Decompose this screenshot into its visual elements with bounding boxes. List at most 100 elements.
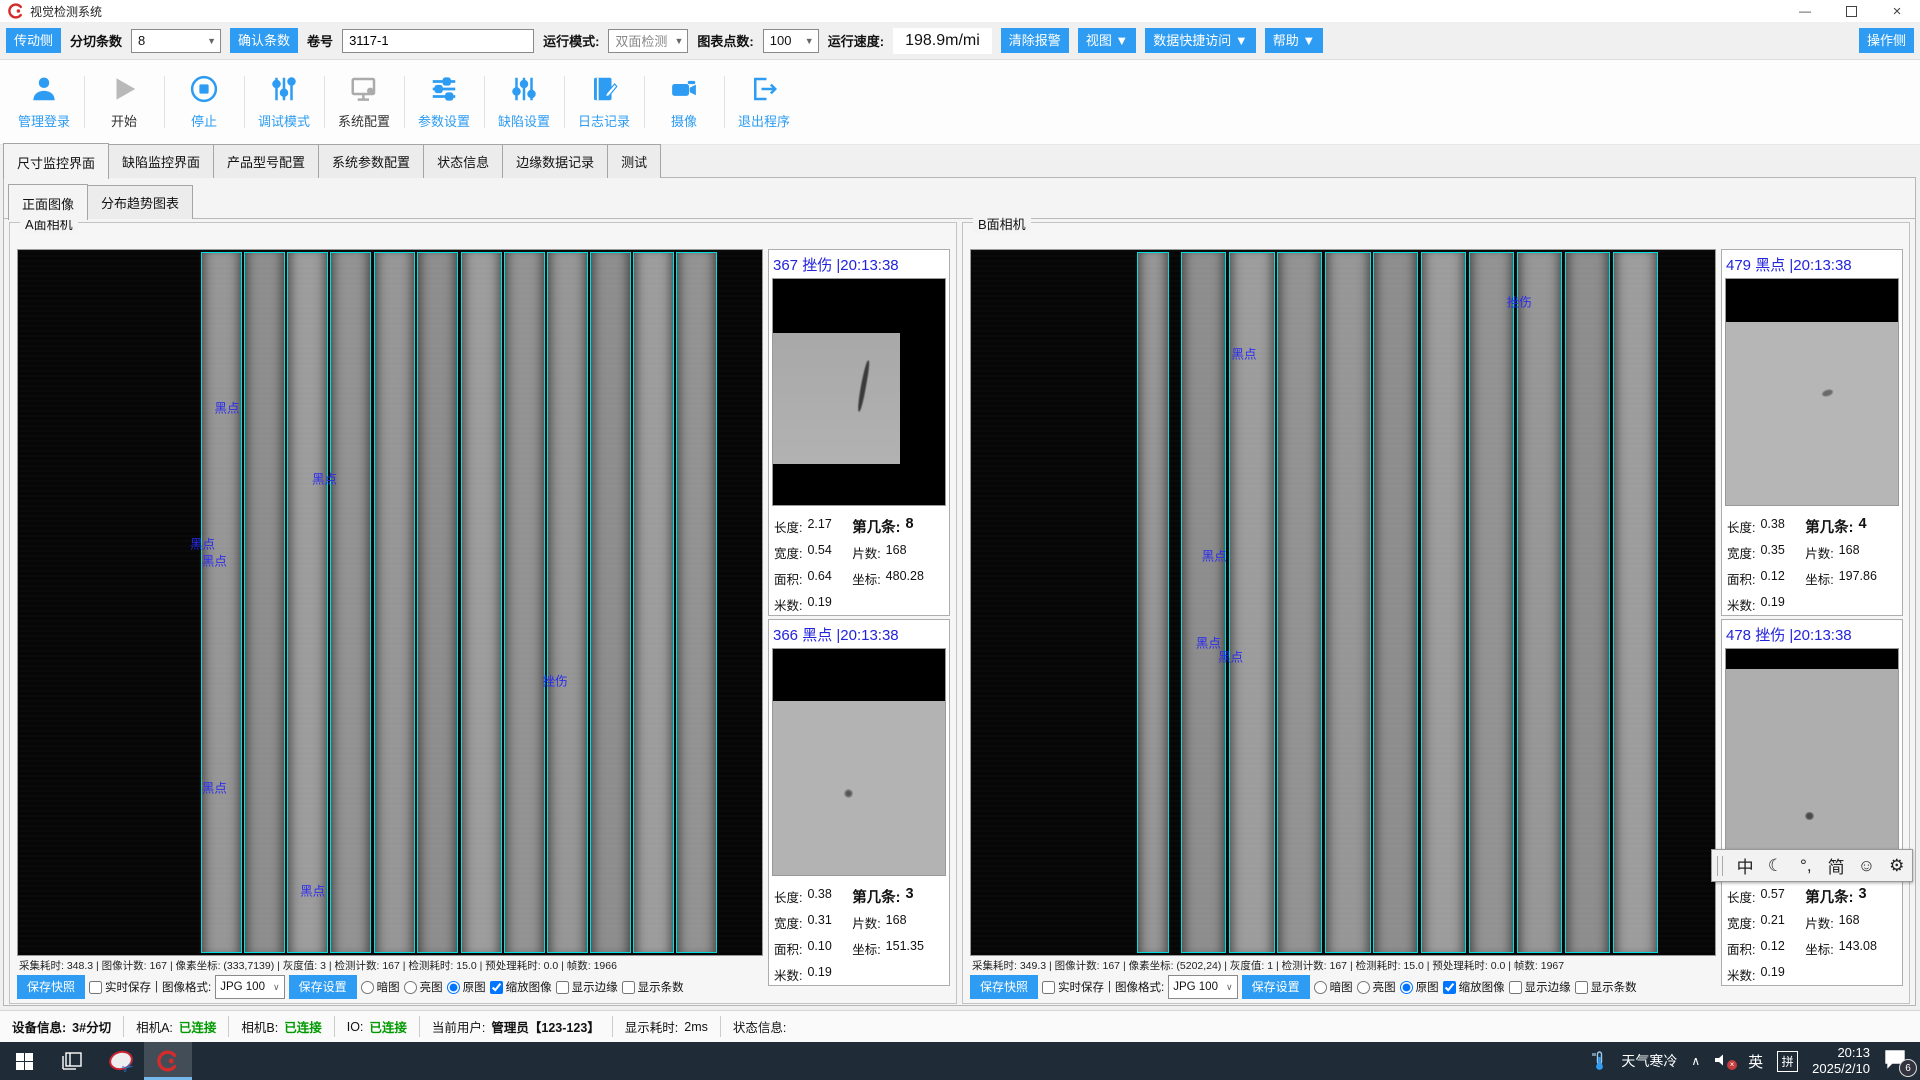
tab-size-monitor[interactable]: 尺寸监控界面 — [3, 143, 109, 179]
image-defect-label: 挫伤 — [543, 671, 568, 690]
defect-settings-button[interactable]: 缺陷设置 — [484, 60, 564, 144]
monitor-gear-icon — [349, 74, 379, 104]
drive-side-button[interactable]: 传动侧 — [6, 28, 61, 53]
image-defect-label: 黑点 — [1218, 647, 1243, 666]
capture-button[interactable]: 摄像 — [644, 60, 724, 144]
admin-login-button[interactable]: 管理登录 — [4, 60, 84, 144]
start-button[interactable]: 开始 — [84, 60, 164, 144]
ime-mode-indicator[interactable]: 拼 — [1777, 1051, 1798, 1072]
show-count-checkbox[interactable]: 显示条数 — [1575, 979, 1637, 995]
taskbar-app-vision-system[interactable] — [144, 1042, 192, 1080]
notification-badge: 6 — [1899, 1059, 1917, 1077]
camera-b-stats-line: 采集耗时: 349.3 | 图像计数: 167 | 像素坐标: (5202,24… — [972, 958, 1714, 973]
run-mode-select[interactable]: 双面检测 ▼ — [608, 29, 688, 53]
save-snapshot-button[interactable]: 保存快照 — [970, 975, 1038, 999]
start-menu-button[interactable] — [0, 1042, 48, 1080]
chart-points-select[interactable]: 100 ▼ — [763, 29, 819, 53]
chart-points-label: 图表点数: — [697, 31, 753, 50]
ime-settings-gear-icon[interactable]: ⚙ — [1882, 856, 1912, 876]
tab-system-param-config[interactable]: 系统参数配置 — [318, 144, 424, 178]
confirm-count-button[interactable]: 确认条数 — [230, 28, 298, 53]
notification-center-button[interactable]: 6 — [1884, 1049, 1910, 1073]
defect-card[interactable]: 478 挫伤 |20:13:38 长度:0.57第几条:3 宽度:0.21片数:… — [1721, 619, 1903, 986]
ime-chinese-mode[interactable]: 中 — [1730, 853, 1760, 878]
stop-button[interactable]: 停止 — [164, 60, 244, 144]
original-image-radio[interactable]: 原图 — [1400, 979, 1439, 995]
operator-side-button[interactable]: 操作侧 — [1859, 28, 1914, 53]
ime-moon-icon[interactable]: ☾ — [1760, 856, 1790, 876]
weather-text[interactable]: 天气寒冷 — [1621, 1051, 1677, 1071]
taskbar-time: 20:13 — [1812, 1045, 1870, 1061]
exit-program-button[interactable]: 退出程序 — [724, 60, 804, 144]
clear-alarm-button[interactable]: 清除报警 — [1001, 28, 1069, 53]
realtime-save-checkbox[interactable]: 实时保存 — [1042, 979, 1104, 995]
sub-tab-strip: 正面图像 分布趋势图表 — [8, 185, 192, 219]
ime-simplified-mode[interactable]: 简 — [1821, 853, 1851, 878]
bright-image-radio[interactable]: 亮图 — [1357, 979, 1396, 995]
save-snapshot-button[interactable]: 保存快照 — [17, 975, 85, 999]
defect-stats: 长度:2.17第几条:8 宽度:0.54片数:168 面积:0.64坐标:480… — [772, 506, 946, 624]
minimize-button[interactable]: — — [1782, 0, 1828, 22]
image-format-select[interactable]: JPG 100∨ — [215, 975, 284, 999]
defect-header: 478 挫伤 |20:13:38 — [1725, 620, 1899, 648]
tab-edge-data-record[interactable]: 边缘数据记录 — [502, 144, 608, 178]
system-config-button[interactable]: 系统配置 — [324, 60, 404, 144]
roll-number-input[interactable] — [342, 29, 534, 53]
show-count-checkbox[interactable]: 显示条数 — [622, 979, 684, 995]
dark-image-radio[interactable]: 暗图 — [1314, 979, 1353, 995]
strip-outline — [374, 252, 415, 953]
show-edge-checkbox[interactable]: 显示边缘 — [1509, 979, 1571, 995]
save-settings-button[interactable]: 保存设置 — [1242, 975, 1310, 999]
current-user-cell: 当前用户:管理员【123-123】 — [420, 1016, 613, 1038]
maximize-icon — [1846, 6, 1857, 17]
subtab-trend-chart[interactable]: 分布趋势图表 — [87, 185, 193, 219]
save-settings-button[interactable]: 保存设置 — [289, 975, 357, 999]
zoom-image-checkbox[interactable]: 缩放图像 — [490, 979, 552, 995]
defect-header: 367 挫伤 |20:13:38 — [772, 250, 946, 278]
tab-test[interactable]: 测试 — [607, 144, 661, 178]
zoom-image-checkbox[interactable]: 缩放图像 — [1443, 979, 1505, 995]
close-button[interactable]: × — [1874, 0, 1920, 22]
ime-drag-handle[interactable] — [1717, 856, 1723, 876]
image-format-select[interactable]: JPG 100∨ — [1168, 975, 1237, 999]
defect-card[interactable]: 366 黑点 |20:13:38 长度:0.38第几条:3 宽度:0.31片数:… — [768, 619, 950, 986]
tab-product-model-config[interactable]: 产品型号配置 — [213, 144, 319, 178]
run-mode-label: 运行模式: — [543, 31, 599, 50]
parameter-settings-button[interactable]: 参数设置 — [404, 60, 484, 144]
realtime-save-checkbox[interactable]: 实时保存 — [89, 979, 151, 995]
app-window: 视觉检测系统 — × 传动侧 分切条数 8 ▼ 确认条数 卷号 运行模式: 双面… — [0, 0, 1920, 1080]
taskbar-clock[interactable]: 20:13 2025/2/10 — [1812, 1045, 1870, 1077]
bright-image-radio[interactable]: 亮图 — [404, 979, 443, 995]
tab-defect-monitor[interactable]: 缺陷监控界面 — [108, 144, 214, 178]
defect-card[interactable]: 367 挫伤 |20:13:38 长度:2.17第几条:8 宽度:0.54片数:… — [768, 249, 950, 616]
snipping-tool-button[interactable]: ✂ — [96, 1042, 144, 1080]
ime-emoji-icon[interactable]: ☺ — [1851, 856, 1881, 876]
image-defect-label: 黑点 — [312, 468, 337, 487]
chevron-down-icon: ▼ — [203, 36, 220, 46]
ime-punctuation-mode[interactable]: °, — [1791, 856, 1821, 876]
task-view-icon — [62, 1052, 82, 1070]
maximize-button[interactable] — [1828, 0, 1874, 22]
strip-outline — [1277, 252, 1322, 953]
debug-mode-button[interactable]: 调试模式 — [244, 60, 324, 144]
volume-muted-icon[interactable]: × — [1714, 1052, 1734, 1070]
task-view-button[interactable] — [48, 1042, 96, 1080]
help-menu-button[interactable]: 帮助 ▼ — [1265, 28, 1323, 53]
data-quick-access-menu-button[interactable]: 数据快捷访问 ▼ — [1145, 28, 1255, 53]
io-connection-cell: IO:已连接 — [335, 1016, 420, 1038]
dark-image-radio[interactable]: 暗图 — [361, 979, 400, 995]
language-indicator[interactable]: 英 — [1748, 1051, 1763, 1072]
original-image-radio[interactable]: 原图 — [447, 979, 486, 995]
strip-outline — [330, 252, 371, 953]
log-record-button[interactable]: 日志记录 — [564, 60, 644, 144]
tab-status-info[interactable]: 状态信息 — [423, 144, 503, 178]
thermometer-icon — [1591, 1051, 1607, 1071]
slice-count-select[interactable]: 8 ▼ — [131, 29, 221, 53]
subtab-front-image[interactable]: 正面图像 — [8, 184, 88, 220]
windows-taskbar: ✂ 天气寒冷 ∧ × 英 拼 20:13 2025/2/10 6 — [0, 1042, 1920, 1080]
show-edge-checkbox[interactable]: 显示边缘 — [556, 979, 618, 995]
strip-outline — [504, 252, 545, 953]
defect-card[interactable]: 479 黑点 |20:13:38 长度:0.38第几条:4 宽度:0.35片数:… — [1721, 249, 1903, 616]
view-menu-button[interactable]: 视图 ▼ — [1078, 28, 1136, 53]
hidden-icons-chevron[interactable]: ∧ — [1691, 1054, 1700, 1068]
